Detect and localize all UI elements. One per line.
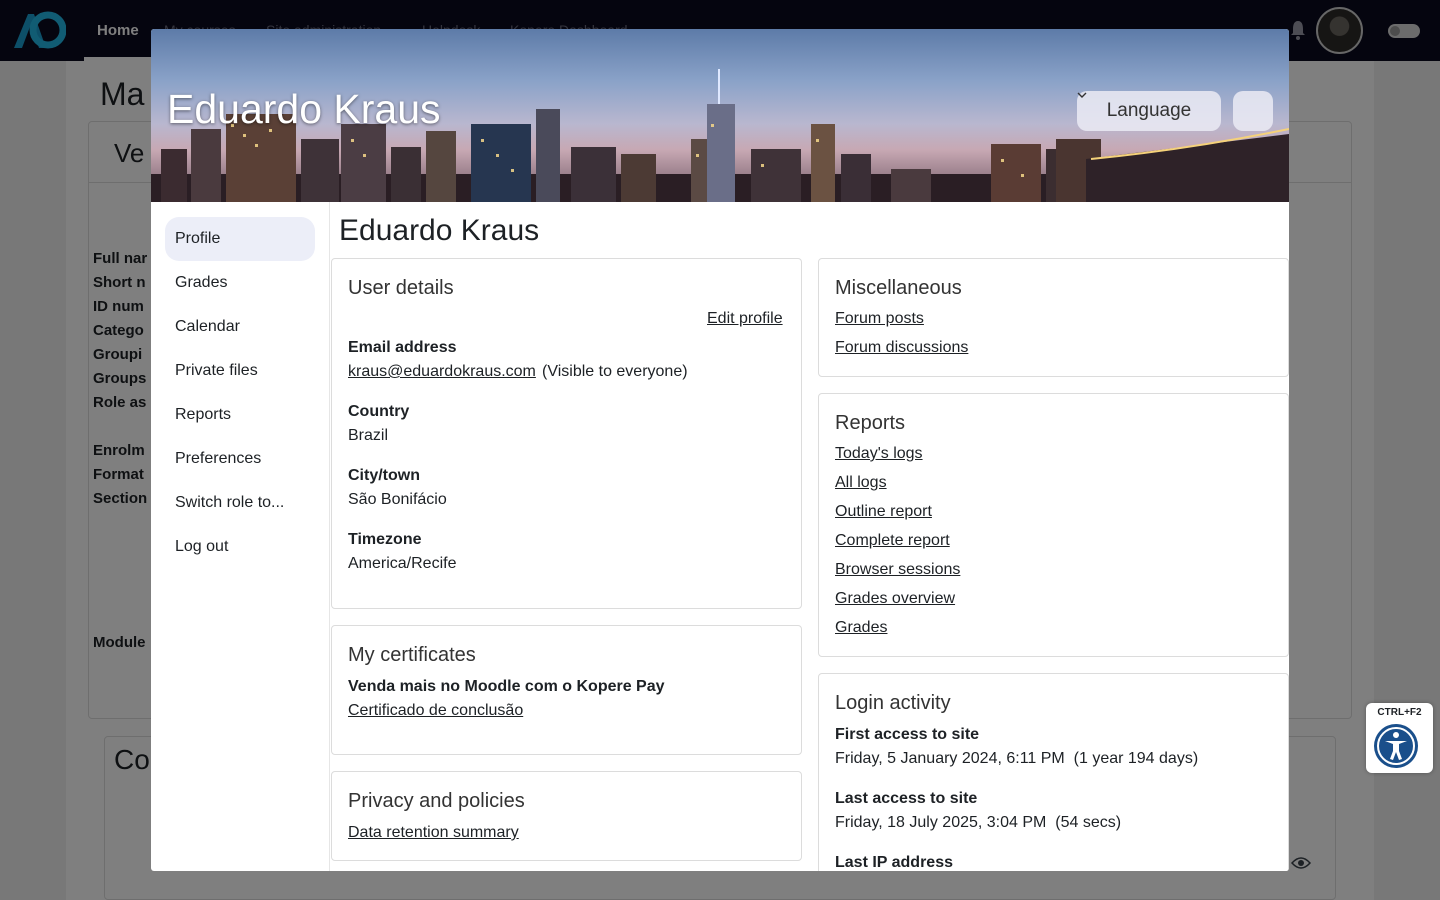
first-access-value: Friday, 5 January 2024, 6:11 PM (1 year …	[835, 750, 1199, 767]
sidebar-item-logout[interactable]: Log out	[165, 525, 315, 569]
header-action-button[interactable]	[1233, 91, 1273, 131]
last-ip-label: Last IP address	[835, 854, 953, 871]
page-title: Eduardo Kraus	[339, 214, 540, 247]
email-label: Email address	[348, 339, 457, 356]
certificates-card: My certificates Venda mais no Moodle com…	[331, 625, 802, 755]
country-label: Country	[348, 403, 410, 420]
grades-link[interactable]: Grades	[835, 619, 887, 637]
sidebar-item-reports[interactable]: Reports	[165, 393, 315, 437]
email-visibility: (Visible to everyone)	[542, 363, 688, 380]
banner-title: Eduardo Kraus	[167, 86, 441, 132]
reports-title: Reports	[835, 412, 906, 434]
data-retention-link[interactable]: Data retention summary	[348, 824, 519, 842]
accessibility-shortcut: CTRL+F2	[1377, 707, 1422, 718]
profile-sidebar: Profile Grades Calendar Private files Re…	[151, 202, 330, 871]
sidebar-item-switch-role[interactable]: Switch role to...	[165, 481, 315, 525]
certificate-course-name: Venda mais no Moodle com o Kopere Pay	[348, 678, 665, 695]
user-profile-modal: Eduardo Kraus Language Profile Grades Ca…	[151, 29, 1289, 871]
language-menu-button[interactable]: Language	[1077, 91, 1221, 131]
country-value: Brazil	[348, 427, 389, 444]
forum-posts-link[interactable]: Forum posts	[835, 310, 924, 328]
language-label: Language	[1106, 100, 1192, 121]
forum-discussions-link[interactable]: Forum discussions	[835, 339, 968, 357]
sidebar-item-profile[interactable]: Profile	[165, 217, 315, 261]
complete-report-link[interactable]: Complete report	[835, 532, 950, 550]
accessibility-widget[interactable]: CTRL+F2	[1366, 703, 1433, 773]
timezone-label: Timezone	[348, 531, 422, 548]
sidebar-item-preferences[interactable]: Preferences	[165, 437, 315, 481]
first-access-label: First access to site	[835, 726, 980, 743]
edit-profile-link[interactable]: Edit profile	[707, 310, 783, 328]
grades-overview-link[interactable]: Grades overview	[835, 590, 955, 608]
eye-icon[interactable]	[1291, 855, 1311, 871]
user-details-card: User details Edit profile Email address …	[331, 258, 802, 609]
privacy-title: Privacy and policies	[348, 790, 525, 812]
chevron-down-icon	[1077, 92, 1087, 98]
sidebar-item-calendar[interactable]: Calendar	[165, 305, 315, 349]
reports-card: Reports Today's logs All logs Outline re…	[818, 393, 1289, 657]
browser-sessions-link[interactable]: Browser sessions	[835, 561, 960, 579]
outline-report-link[interactable]: Outline report	[835, 503, 932, 521]
accessibility-icon	[1374, 724, 1418, 768]
certificate-link[interactable]: Certificado de conclusão	[348, 702, 523, 720]
miscellaneous-card: Miscellaneous Forum posts Forum discussi…	[818, 258, 1289, 377]
sidebar-item-grades[interactable]: Grades	[165, 261, 315, 305]
sidebar-item-private-files[interactable]: Private files	[165, 349, 315, 393]
login-activity-title: Login activity	[835, 692, 951, 714]
certificates-title: My certificates	[348, 644, 476, 666]
user-details-title: User details	[348, 277, 454, 299]
email-link[interactable]: kraus@eduardokraus.com	[348, 363, 536, 381]
privacy-card: Privacy and policies Data retention summ…	[331, 771, 802, 861]
todays-logs-link[interactable]: Today's logs	[835, 445, 923, 463]
city-value: São Bonifácio	[348, 491, 447, 508]
last-access-label: Last access to site	[835, 790, 978, 807]
last-access-value: Friday, 18 July 2025, 3:04 PM (54 secs)	[835, 814, 1122, 831]
miscellaneous-title: Miscellaneous	[835, 277, 962, 299]
timezone-value: America/Recife	[348, 555, 457, 572]
login-activity-card: Login activity First access to site Frid…	[818, 673, 1289, 871]
profile-banner: Eduardo Kraus Language	[151, 29, 1289, 202]
all-logs-link[interactable]: All logs	[835, 474, 887, 492]
city-label: City/town	[348, 467, 420, 484]
